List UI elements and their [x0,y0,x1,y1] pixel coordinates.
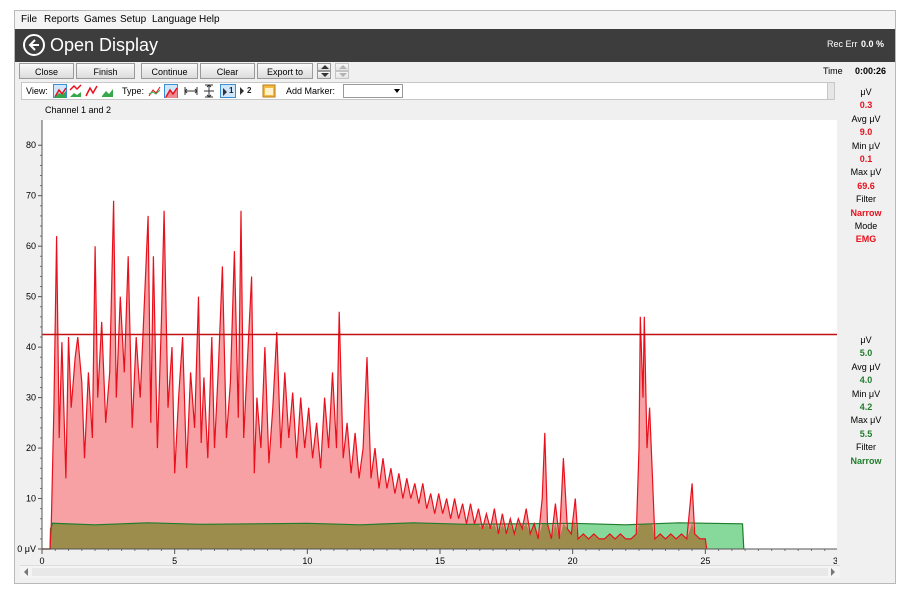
view-toolbar: View: Type: 1 2 Add Marker: [21,82,831,100]
cursor-2-label: 2 [247,86,252,95]
time-label: Time [823,66,843,76]
rec-err-value: 0.0 % [861,39,885,49]
add-marker-dropdown[interactable] [343,84,403,98]
spin-down-button[interactable] [317,71,331,79]
y-tick-label: 60 [26,241,36,251]
view-channel2-icon[interactable] [101,84,115,98]
spin-up-button-disabled[interactable] [335,63,349,71]
cursor-1-label: 1 [229,86,234,95]
cursor-1-icon[interactable] [220,84,236,98]
type-line-icon[interactable] [148,84,162,98]
emg-chart: 0 μV1020304050607080051015202530 [17,120,843,566]
type-label: Type: [122,86,145,96]
back-arrow-icon[interactable] [23,34,45,56]
spin-down-button-disabled[interactable] [335,71,349,79]
channel-2-stats: μV 5.0 Avg μV 4.0 Min μV 4.2 Max μV 5.5 … [837,334,895,468]
view-channel1-icon[interactable] [85,84,99,98]
ch1-uv-label: μV [860,87,872,97]
finish-button[interactable]: Finish [76,63,135,79]
type-area-icon[interactable] [164,84,178,98]
spin-up-button[interactable] [317,63,331,71]
ch2-filter-label: Filter [856,442,876,453]
menu-bar: File Reports Games Setup Language Help [15,11,895,29]
y-tick-label: 70 [26,191,36,201]
ch2-avg-value: 4.0 [859,375,873,386]
view-label: View: [26,86,48,96]
clear-button[interactable]: Clear [200,63,255,79]
y-tick-label: 80 [26,140,36,150]
ch2-avg-label: Avg μV [851,361,881,372]
ch1-min-label: Min μV [851,140,881,151]
y-tick-label: 40 [26,342,36,352]
app-window: File Reports Games Setup Language Help O… [14,10,896,584]
y-tick-label: 20 [26,443,36,453]
horizontal-scrollbar[interactable] [20,565,840,578]
channel-1-stats: μV 0.3 Avg μV 9.0 Min μV 0.1 Max μV 69.6… [837,86,895,247]
export-csv-button[interactable]: Export to CSV [257,63,313,93]
y-tick-label: 50 [26,292,36,302]
page-title: Open Display [50,35,159,55]
menu-games[interactable]: Games [84,14,116,25]
ch1-avg-value: 9.0 [859,127,873,138]
close-button[interactable]: Close [19,63,74,79]
scrollbar-thumb[interactable] [32,568,828,576]
menu-reports[interactable]: Reports [44,14,79,25]
ch1-avg-label: Avg μV [851,113,881,124]
ch2-min-value: 4.2 [859,401,873,412]
view-stacked-icon[interactable] [69,84,83,98]
menu-language[interactable]: Language [152,14,197,25]
header-bar: Open Display Rec Err 0.0 % [15,29,895,62]
menu-help[interactable]: Help [199,14,220,25]
y-tick-label: 30 [26,393,36,403]
ch1-max-value: 69.6 [857,180,875,191]
time-value: 0:00:26 [855,66,887,76]
ch1-mode-value: EMG [855,234,877,245]
ch2-filter-value: Narrow [850,455,882,466]
scroll-right-icon[interactable] [830,568,836,576]
ch1-min-value: 0.1 [859,153,873,164]
ch1-mode-label: Mode [854,220,878,231]
chart-area: 0 μV1020304050607080051015202530 [15,111,843,570]
y-tick-label: 10 [26,494,36,504]
vertical-zoom-icon[interactable] [202,84,216,98]
view-overlay-icon[interactable] [53,84,67,98]
scroll-left-icon[interactable] [23,568,29,576]
marker-panel-icon[interactable] [262,84,276,98]
toolbar-scrollbar[interactable] [827,82,835,100]
ch1-filter-label: Filter [856,194,876,205]
menu-setup[interactable]: Setup [120,14,146,25]
horizontal-zoom-icon[interactable] [184,84,198,98]
ch1-filter-value: Narrow [850,207,882,218]
ch2-uv-label: μV [860,335,872,345]
ch2-max-value: 5.5 [859,428,873,439]
menu-file[interactable]: File [21,14,37,25]
continue-button[interactable]: Continue [141,63,198,79]
y-tick-label: 0 μV [17,544,36,554]
ch1-max-label: Max μV [850,167,882,178]
ch2-min-label: Min μV [851,388,881,399]
cursor-2-icon[interactable] [238,84,254,98]
ch1-uv-value: 0.3 [859,100,873,111]
rec-err-label: Rec Err [827,39,858,49]
chevron-down-icon [394,89,400,93]
add-marker-label: Add Marker: [286,86,336,96]
ch2-max-label: Max μV [850,415,882,426]
ch2-uv-value: 5.0 [859,348,873,359]
